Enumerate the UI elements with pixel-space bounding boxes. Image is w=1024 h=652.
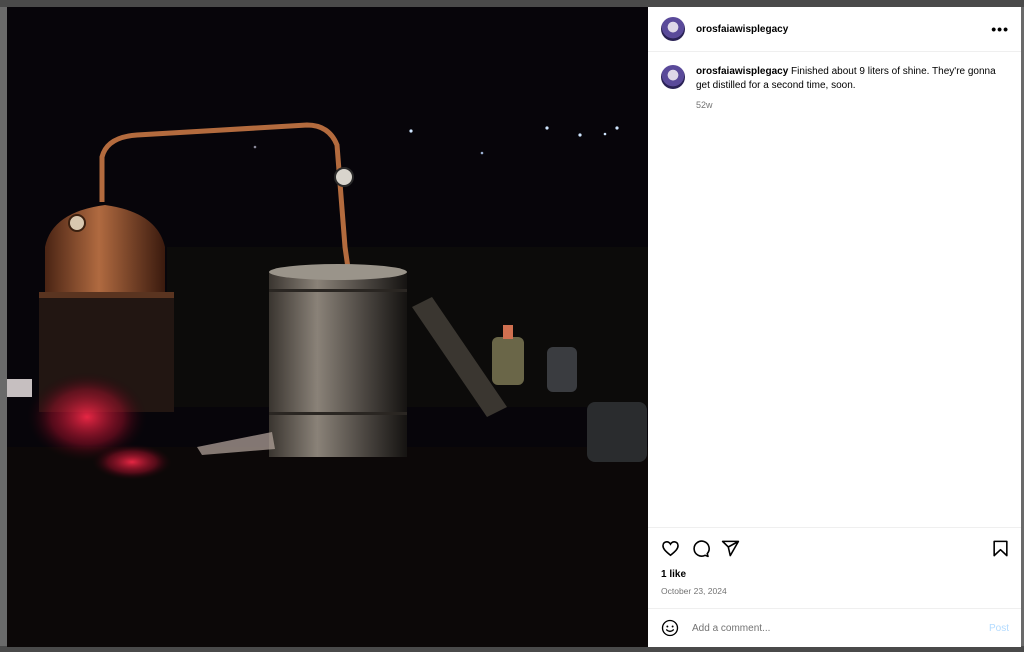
- emoji-icon[interactable]: [661, 619, 679, 637]
- more-options-icon[interactable]: •••: [991, 21, 1009, 37]
- photo-still-scene: [7, 7, 648, 647]
- bookmark-icon[interactable]: [991, 539, 1010, 558]
- caption-age[interactable]: 52w: [696, 98, 1008, 112]
- comment-form: Post: [648, 608, 1021, 647]
- likes-count[interactable]: 1 like: [648, 568, 1021, 583]
- post-date[interactable]: October 23, 2024: [648, 583, 1021, 608]
- post-sidebar: orosfaiawisplegacy ••• orosfaiawisplegac…: [648, 7, 1021, 647]
- post-button[interactable]: Post: [989, 623, 1009, 634]
- caption-body: orosfaiawisplegacy Finished about 9 lite…: [696, 65, 1008, 112]
- post-modal: orosfaiawisplegacy ••• orosfaiawisplegac…: [7, 7, 1021, 647]
- username-link[interactable]: orosfaiawisplegacy: [696, 24, 788, 35]
- action-bar: [648, 527, 1021, 568]
- comments-section: orosfaiawisplegacy Finished about 9 lite…: [648, 52, 1021, 527]
- heart-icon[interactable]: [661, 539, 680, 558]
- comment-icon[interactable]: [691, 539, 710, 558]
- caption-username[interactable]: orosfaiawisplegacy: [696, 66, 788, 77]
- post-header: orosfaiawisplegacy •••: [648, 7, 1021, 52]
- backdrop[interactable]: [0, 0, 1024, 7]
- comment-input[interactable]: [690, 621, 989, 635]
- avatar[interactable]: [661, 65, 685, 89]
- share-icon[interactable]: [721, 539, 740, 558]
- post-photo[interactable]: [7, 7, 648, 647]
- avatar[interactable]: [661, 17, 685, 41]
- caption-comment: orosfaiawisplegacy Finished about 9 lite…: [661, 65, 1008, 112]
